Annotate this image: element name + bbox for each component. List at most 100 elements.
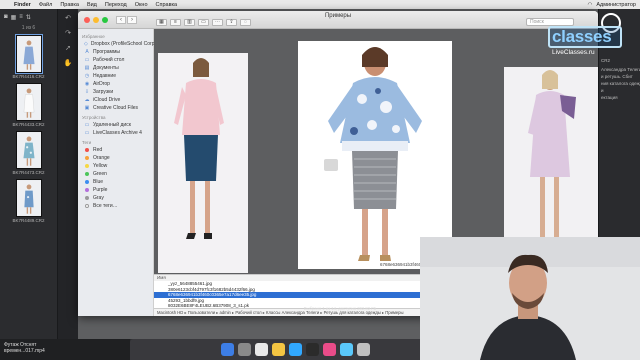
- terminal-dock-icon[interactable]: [305, 343, 319, 356]
- settings-dock-icon[interactable]: [356, 343, 370, 356]
- sidebar-tag-red[interactable]: Red: [78, 146, 153, 154]
- desktop-file-name-2: времен...017.mp4: [4, 348, 45, 354]
- sidebar-tag-orange[interactable]: Orange: [78, 154, 153, 162]
- menu-finder[interactable]: Finder: [10, 2, 35, 8]
- sidebar-item-label: Purple: [93, 187, 108, 193]
- photoshop-dock-icon[interactable]: [288, 343, 302, 356]
- undo-icon[interactable]: ↶: [62, 14, 74, 24]
- sidebar-item-remote-disk[interactable]: ▭ Удаленный диск: [78, 121, 153, 129]
- sidebar-item-apps[interactable]: A Программы: [78, 48, 153, 56]
- sidebar-item-label: Удаленный диск: [93, 122, 131, 128]
- tag-dot-icon: [85, 204, 89, 208]
- menu-go[interactable]: Переход: [101, 2, 131, 8]
- menu-file[interactable]: Файл: [35, 2, 57, 8]
- sidebar-item-downloads[interactable]: ⇩ Загрузки: [78, 88, 153, 96]
- sidebar-item-label: LiveClasses Archive 4: [93, 130, 142, 136]
- sort-icon[interactable]: ⇅: [26, 14, 31, 21]
- inspector-text: ектация: [601, 95, 618, 100]
- sidebar-item-airdrop[interactable]: ◉ AirDrop: [78, 80, 153, 88]
- filmstrip-thumb[interactable]: [15, 83, 42, 121]
- redo-icon[interactable]: ↷: [62, 29, 74, 39]
- sidebar-item-label: Red: [93, 147, 103, 153]
- launchpad-dock-icon[interactable]: [237, 343, 251, 356]
- filmstrip-thumb[interactable]: [14, 34, 43, 74]
- sidebar-tag-green[interactable]: Green: [78, 170, 153, 178]
- sidebar-item-recent[interactable]: ◷ Недавние: [78, 72, 153, 80]
- model-in-floral-blouse-image: [298, 41, 452, 269]
- share-icon[interactable]: ⇪: [226, 19, 237, 26]
- disk-icon: ▭: [84, 122, 90, 128]
- hand-icon[interactable]: ✋: [62, 59, 74, 69]
- menubar-user[interactable]: Администратор: [596, 2, 636, 8]
- menu-window[interactable]: Окно: [131, 2, 152, 8]
- sidebar-tag-purple[interactable]: Purple: [78, 186, 153, 194]
- cursor-icon[interactable]: ➚: [62, 44, 74, 54]
- thumb-filename: BK7R4473.CR2: [12, 170, 45, 175]
- status-bar: Выбрано 1 из 14, доступно 392,82 ГБ: [303, 306, 377, 311]
- messages-dock-icon[interactable]: [339, 343, 353, 356]
- sidebar-item-label: Dropbox (ProfileSchool Corp): [90, 41, 157, 47]
- screen-recording: Finder Файл Правка Вид Переход Окно Спра…: [0, 0, 640, 360]
- safari-dock-icon[interactable]: [254, 343, 268, 356]
- download-icon: ⇩: [84, 89, 90, 95]
- sidebar-tag-yellow[interactable]: Yellow: [78, 162, 153, 170]
- sidebar-all-tags[interactable]: Все теги…: [78, 202, 153, 210]
- sidebar-tag-blue[interactable]: Blue: [78, 178, 153, 186]
- sidebar-item-label: Creative Cloud Files: [93, 105, 139, 111]
- icloud-icon: ☁: [84, 97, 90, 103]
- webcam-overlay: [420, 237, 640, 360]
- notes-dock-icon[interactable]: [271, 343, 285, 356]
- desktop-file-label[interactable]: Футаж Отснят времен...017.mp4: [0, 339, 130, 360]
- dock: [130, 339, 460, 360]
- music-dock-icon[interactable]: [322, 343, 336, 356]
- tool-column: ↶ ↷ ➚ ✋: [58, 9, 78, 339]
- camera-icon[interactable]: ◙: [4, 14, 8, 20]
- search-input[interactable]: Поиск: [526, 18, 574, 26]
- icon-view-icon[interactable]: ▦: [156, 19, 167, 26]
- model-photo-thumbnail: [16, 132, 41, 168]
- sidebar-tag-gray[interactable]: Gray: [78, 194, 153, 202]
- sidebar-item-label: Blue: [93, 179, 104, 185]
- menu-edit[interactable]: Правка: [56, 2, 83, 8]
- filmstrip-thumb[interactable]: [15, 179, 42, 217]
- tag-dot-icon: [85, 164, 89, 168]
- sidebar-item-creative-cloud[interactable]: ▣ Creative Cloud Files: [78, 104, 153, 112]
- desktop-icon: ▭: [84, 57, 90, 63]
- arrange-icon[interactable]: ⋯: [212, 19, 223, 26]
- tag-dot-icon: [85, 188, 89, 192]
- sidebar-item-desktop[interactable]: ▭ Рабочий стол: [78, 56, 153, 64]
- sidebar-item-label: Gray: [93, 195, 104, 201]
- finder-dock-icon[interactable]: [220, 343, 234, 356]
- catalog-photo-pink-blouse[interactable]: [158, 53, 248, 273]
- model-photo-thumbnail: [16, 180, 41, 216]
- tag-icon[interactable]: ◌: [240, 19, 251, 26]
- view-toolbar: ▦ ≡ ▥ ▭ ⋯ ⇪ ◌: [156, 19, 251, 26]
- sidebar-item-label: Все теги…: [93, 203, 118, 209]
- thumb-filename: BK7R4433.CR2: [12, 122, 45, 127]
- sidebar-item-icloud[interactable]: ☁ iCloud Drive: [78, 96, 153, 104]
- inspector-text: Александра Телеги: [601, 67, 640, 72]
- list-view-icon[interactable]: ≡: [170, 19, 181, 26]
- brand-logo: classes: [552, 27, 612, 46]
- sidebar-item-label: Программы: [93, 49, 121, 55]
- filmstrip-thumb[interactable]: [15, 131, 42, 169]
- thumb-filename: BK7R4416.CR2: [12, 74, 45, 79]
- apps-icon: A: [85, 49, 89, 55]
- list-icon[interactable]: ≡: [19, 14, 23, 20]
- sidebar-item-dropbox[interactable]: ◇ Dropbox (ProfileSchool Corp): [78, 40, 157, 48]
- wifi-icon[interactable]: ◠: [588, 2, 593, 8]
- presenter-video-image: [420, 237, 640, 360]
- sidebar-item-label: Orange: [93, 155, 110, 161]
- finder-sidebar: Избранное ◇ Dropbox (ProfileSchool Corp) …: [78, 29, 157, 316]
- gallery-view-icon[interactable]: ▭: [198, 19, 209, 26]
- sidebar-item-documents[interactable]: ▤ Документы: [78, 64, 153, 72]
- column-view-icon[interactable]: ▥: [184, 19, 195, 26]
- catalog-photo-floral-blouse[interactable]: [298, 41, 452, 269]
- sidebar-item-archive[interactable]: ▭ LiveClasses Archive 4: [78, 129, 153, 137]
- tag-dot-icon: [85, 156, 89, 160]
- menu-view[interactable]: Вид: [83, 2, 101, 8]
- menubar-status: ◠ Администратор: [588, 2, 640, 8]
- grid-icon[interactable]: ▦: [11, 14, 17, 21]
- menu-help[interactable]: Справка: [152, 2, 182, 8]
- thumb-filename: BK7R4489.CR2: [12, 218, 45, 223]
